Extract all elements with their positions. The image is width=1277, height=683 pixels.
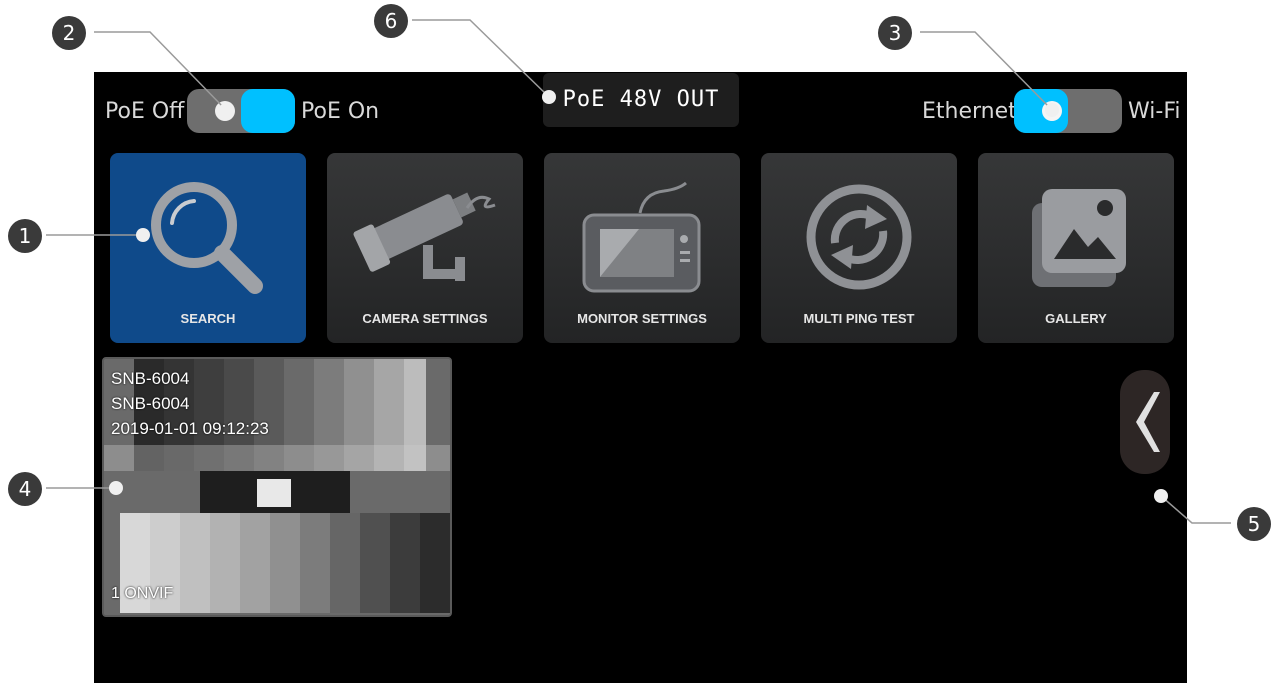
callout-leader-lines (46, 19, 1231, 524)
callout-6: 6 (374, 4, 408, 38)
callout-4: 4 (8, 472, 42, 506)
callout-1: 1 (8, 219, 42, 253)
callout-3: 3 (878, 16, 912, 50)
callout-5: 5 (1237, 507, 1271, 541)
callout-2: 2 (52, 16, 86, 50)
